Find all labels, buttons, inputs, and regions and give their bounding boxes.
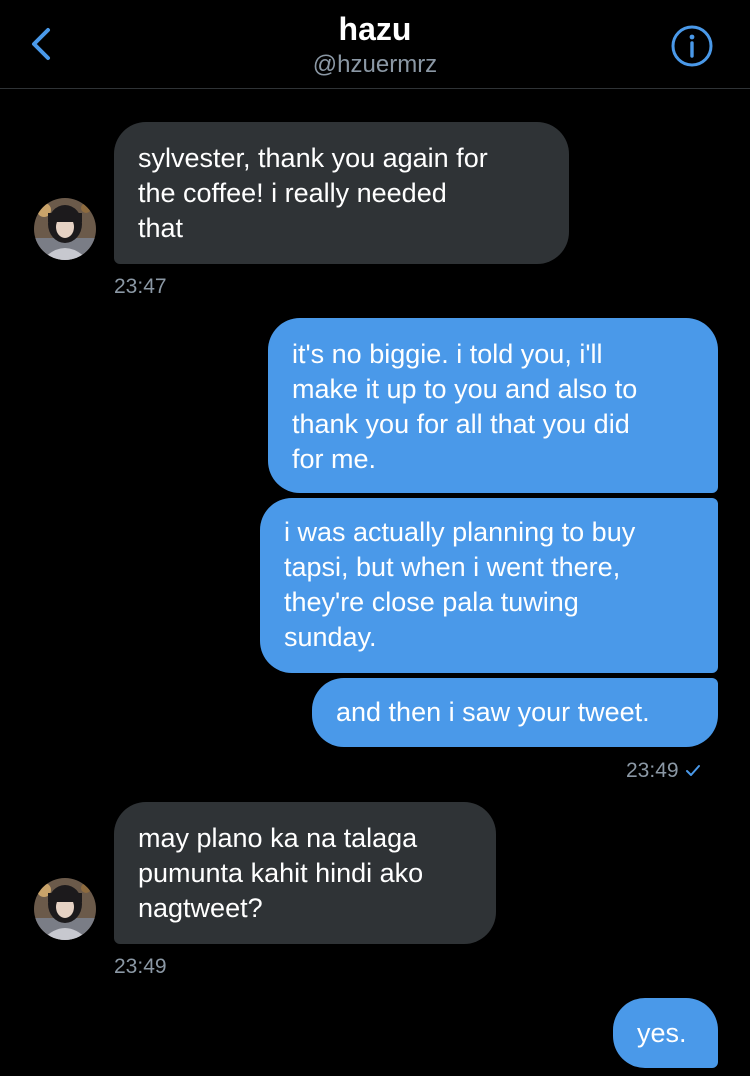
- avatar[interactable]: [34, 878, 96, 940]
- timestamp-text: 23:49: [626, 759, 679, 782]
- message-timestamp: 23:49: [626, 758, 701, 784]
- message-bubble-outgoing[interactable]: and then i saw your tweet.: [312, 678, 718, 747]
- info-circle-icon: [671, 25, 713, 67]
- message-bubble-outgoing[interactable]: yes.: [613, 998, 718, 1068]
- message-timestamp: 23:47: [114, 275, 167, 298]
- message-timestamp: 23:49: [114, 955, 167, 978]
- contact-name: hazu: [338, 11, 412, 47]
- message-bubble-outgoing[interactable]: it's no biggie. i told you, i'll make it…: [268, 318, 718, 493]
- message-bubble-outgoing[interactable]: i was actually planning to buy tapsi, bu…: [260, 498, 718, 673]
- info-button[interactable]: [670, 24, 714, 68]
- message-bubble-incoming[interactable]: sylvester, thank you again for the coffe…: [114, 122, 569, 264]
- conversation-title-block[interactable]: hazu @hzuermrz: [0, 10, 750, 80]
- contact-handle: @hzuermrz: [312, 51, 438, 78]
- dm-conversation-screen: hazu @hzuermrz sylvester, thank you agai…: [0, 0, 750, 1076]
- checkmark-icon: [685, 765, 700, 777]
- conversation-header: hazu @hzuermrz: [0, 0, 750, 89]
- avatar[interactable]: [34, 198, 96, 260]
- message-bubble-incoming[interactable]: may plano ka na talaga pumunta kahit hin…: [114, 802, 496, 944]
